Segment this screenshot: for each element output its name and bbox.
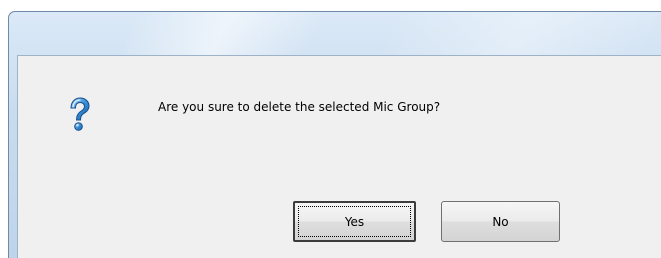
titlebar-glass-sheen [116,12,342,55]
no-button-label: No [492,214,509,229]
dialog-content: Are you sure to delete the selected Mic … [17,55,661,258]
confirmation-message: Are you sure to delete the selected Mic … [158,100,441,114]
no-button[interactable]: No [441,201,560,242]
titlebar-glass-sheen [376,12,661,55]
question-icon [70,97,90,131]
focus-ring [298,206,411,237]
title-bar[interactable] [9,12,661,55]
confirm-dialog: Are you sure to delete the selected Mic … [8,11,661,258]
yes-button[interactable]: Yes [293,201,416,242]
